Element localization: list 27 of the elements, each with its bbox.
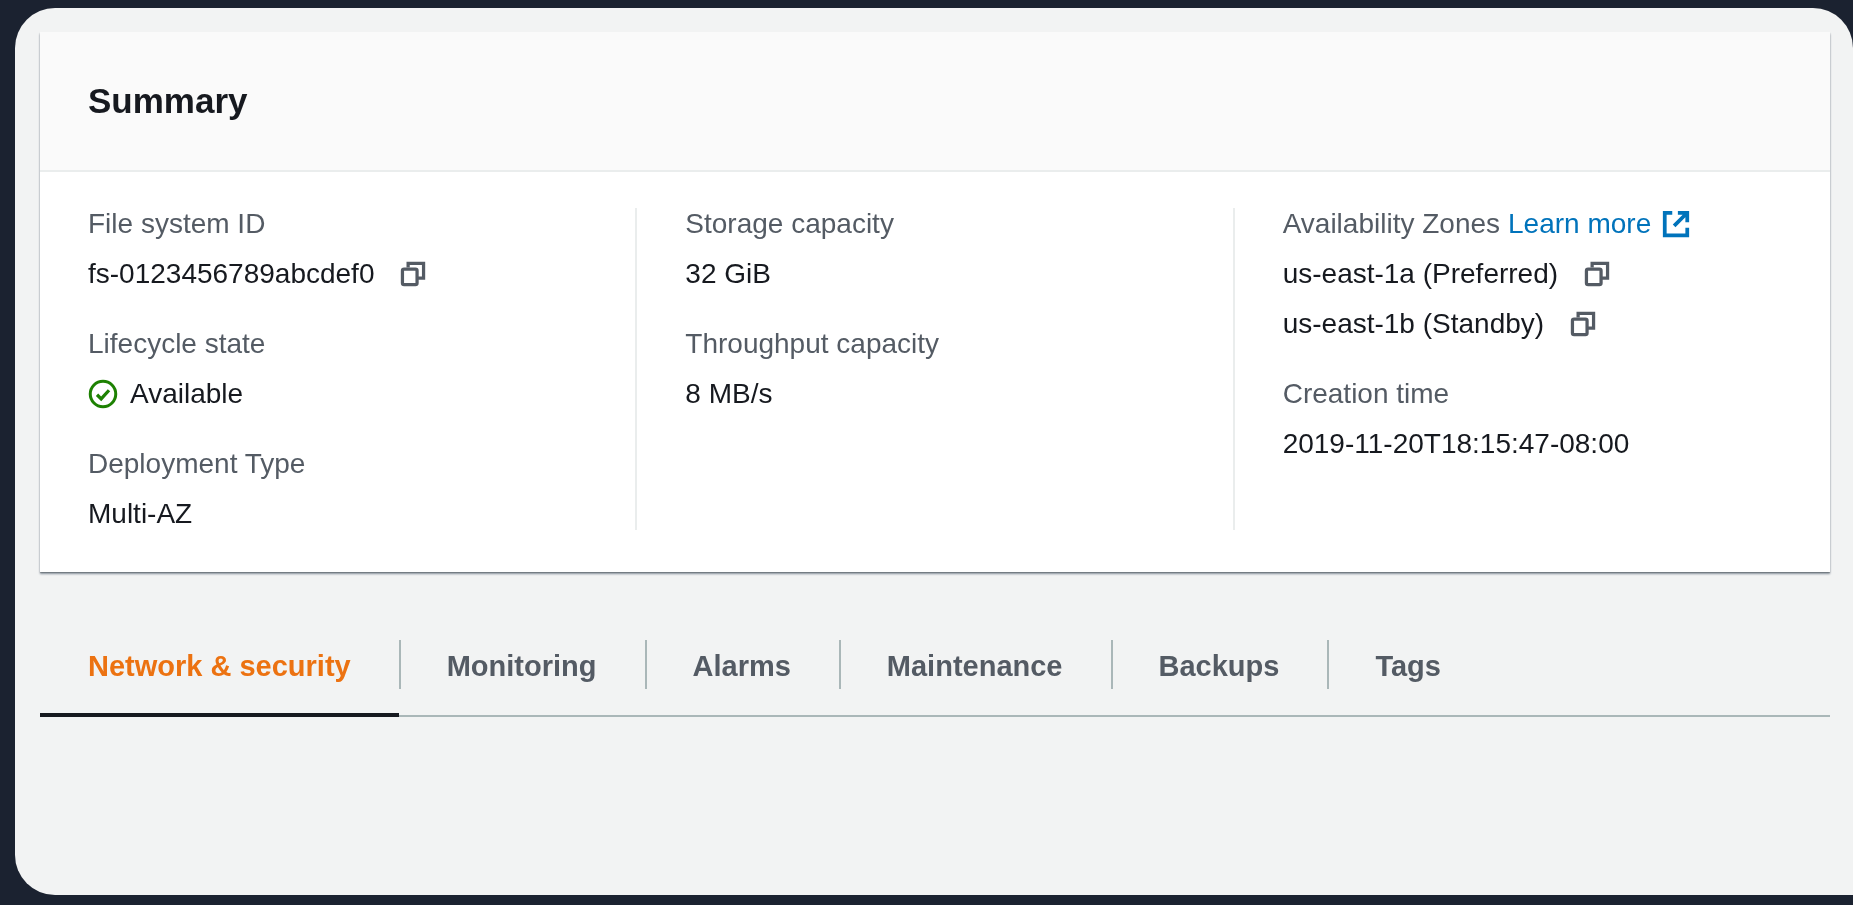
field-label: Lifecycle state [88, 328, 266, 360]
field-label: Throughput capacity [685, 328, 940, 360]
tab[interactable]: Tags [1327, 628, 1489, 717]
check-circle-icon [88, 379, 118, 409]
field-label: Creation time [1282, 378, 1450, 410]
copy-icon[interactable] [400, 261, 427, 287]
field-value: us-east-1a (Preferred) [1282, 258, 1559, 290]
external-link-icon [1661, 209, 1692, 239]
copy-icon[interactable] [1570, 311, 1597, 337]
field-value: Available [130, 378, 244, 410]
field-label: Deployment Type [88, 448, 306, 480]
field-value: 8 MB/s [685, 378, 773, 410]
tab[interactable]: Maintenance [838, 628, 1111, 717]
card-title: Summary [88, 81, 248, 121]
tab[interactable]: Alarms [644, 628, 839, 717]
copy-icon[interactable] [1584, 261, 1611, 287]
field-label: File system ID [88, 208, 266, 240]
tab[interactable]: Backups [1110, 628, 1328, 717]
tab[interactable]: Monitoring [398, 628, 645, 717]
learn-more-link[interactable]: Learn more [1508, 208, 1692, 240]
field-value: Multi-AZ [88, 498, 193, 530]
field-label: Availability Zones [1282, 208, 1501, 240]
field-value: 32 GiB [685, 258, 771, 290]
field-label: Storage capacity [685, 208, 894, 240]
field-value: us-east-1b (Standby) [1282, 308, 1545, 340]
field-value: 2019-11-20T18:15:47-08:00 [1282, 428, 1630, 460]
field-value: fs-0123456789abcdef0 [88, 258, 375, 290]
